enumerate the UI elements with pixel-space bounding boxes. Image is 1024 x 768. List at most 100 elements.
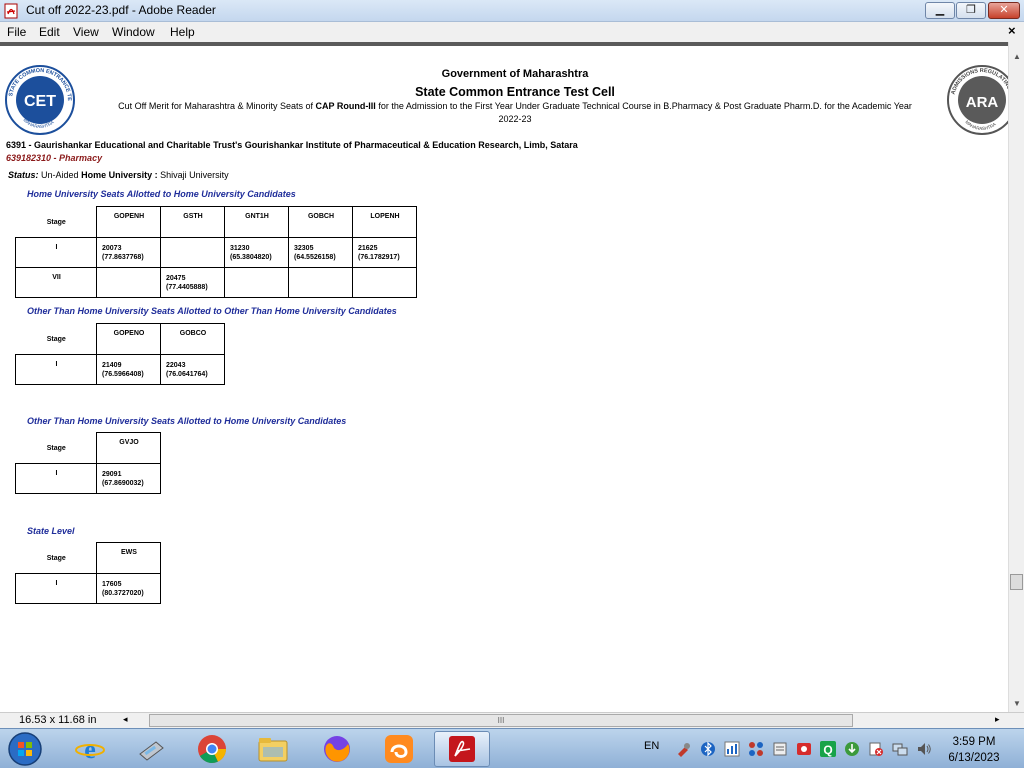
taskbar: e EN Q 3:59 PM 6/13/2023 [0,728,1024,768]
table-row: I 29091 (67.8690032) [15,463,161,494]
tray-network-icon[interactable] [892,741,908,757]
title-bar: Cut off 2022-23.pdf - Adobe Reader ▁ ❐ ✕ [0,0,1024,22]
scanner-icon [139,741,164,761]
clock-date: 6/13/2023 [948,752,1000,764]
tray-update-icon[interactable] [844,741,860,757]
category-header: GOBCO [160,323,225,355]
maximize-button[interactable]: ❐ [956,2,986,19]
cutoff-cell [352,267,417,298]
menu-edit[interactable]: Edit [39,25,60,39]
scroll-right-icon[interactable]: ▸ [995,714,1000,725]
stage-cell: I [15,354,97,385]
horizontal-scroll-thumb[interactable]: III [149,714,853,727]
table-row: I 20073 (77.8637768) 31230 (65.3804820) 32… [15,237,417,268]
folder-icon [258,738,288,762]
category-header: LOPENH [352,206,417,238]
cutoff-table: Stage GOPENH GSTH GNT1H GOBCH LOPENH I 2… [15,206,417,298]
tray-network-manager-icon[interactable] [748,741,764,757]
category-header: GVJO [96,432,161,464]
start-button[interactable] [2,731,48,767]
menu-window[interactable]: Window [112,25,155,39]
scroll-up-icon[interactable]: ▲ [1013,52,1021,61]
category-header: GNT1H [224,206,289,238]
taskbar-firefox[interactable] [310,731,364,767]
cutoff-cell [160,237,225,268]
svg-text:e: e [84,735,96,764]
scroll-thumb[interactable] [1010,574,1023,590]
document-subtitle: Cut Off Merit for Maharashtra & Minority… [115,100,915,126]
menu-help[interactable]: Help [170,25,195,39]
category-header: EWS [96,542,161,574]
scroll-down-icon[interactable]: ▼ [1013,699,1021,708]
institute-name: 6391 - Gaurishankar Educational and Char… [6,140,578,150]
cutoff-cell: 32305 (64.5526158) [288,237,353,268]
stage-header: Stage [15,323,97,355]
cutoff-cell: 31230 (65.3804820) [224,237,289,268]
stage-header: Stage [15,206,97,238]
uc-browser-icon [385,735,413,763]
subtitle-part: for the Admission to the First Year Unde… [375,101,912,124]
course-name: 639182310 - Pharmacy [6,153,103,163]
scroll-left-icon[interactable]: ◂ [123,714,128,725]
tray-chart-icon[interactable] [724,741,740,757]
cutoff-cell: 21625 (76.1782917) [352,237,417,268]
stage-header: Stage [15,432,97,464]
cutoff-table: Stage GOPENO GOBCO I 21409 (76.5966408) 2… [15,323,225,385]
status-bar: 16.53 x 11.68 in ◂ III ▸ [0,712,1024,728]
table-row: I 17605 (80.3727020) [15,573,161,604]
clock-time: 3:59 PM [952,736,996,748]
stage-cell: I [15,463,97,494]
stage-cell: I [15,573,97,604]
section-title: Other Than Home University Seats Allotte… [27,416,347,426]
government-heading: Government of Maharashtra [441,68,589,80]
language-indicator[interactable]: EN [644,740,659,752]
table-row: VII 20475 (77.4405888) [15,267,417,298]
section-title: State Level [27,526,75,536]
cutoff-cell: 17605 (80.3727020) [96,573,161,604]
tray-q-app-icon[interactable]: Q [820,741,836,757]
document-close-icon[interactable]: × [1008,23,1016,38]
tray-bluetooth-icon[interactable] [700,741,716,757]
taskbar-adobe-reader[interactable] [434,731,490,767]
menu-view[interactable]: View [73,25,99,39]
tray-record-icon[interactable] [796,741,812,757]
category-header: GOBCH [288,206,353,238]
taskbar-internet-explorer[interactable]: e [63,731,117,767]
cet-cell-logo: STATE COMMON ENTRANCE TEST CELL CET MAHA… [4,64,75,135]
cutoff-cell: 29091 (67.8690032) [96,463,161,494]
taskbar-uc-browser[interactable] [372,731,426,767]
tray-document-icon[interactable] [772,741,788,757]
minimize-button[interactable]: ▁ [925,2,955,19]
system-clock[interactable]: 3:59 PM 6/13/2023 [944,734,1004,766]
home-university-value: Shivaji University [160,170,229,180]
cell-heading: State Common Entrance Test Cell [415,85,615,99]
cutoff-table: Stage GVJO I 29091 (67.8690032) [15,432,161,494]
page-size-readout: 16.53 x 11.68 in [19,714,97,726]
close-button[interactable]: ✕ [988,2,1020,19]
taskbar-file-explorer[interactable] [246,731,300,767]
cutoff-cell: 20475 (77.4405888) [160,267,225,298]
round-label: CAP Round-III [315,101,376,111]
chrome-icon [198,735,226,763]
category-header: GOPENO [96,323,161,355]
status-label: Status: [8,170,39,180]
subtitle-part: Cut Off Merit for Maharashtra & Minority… [118,101,316,111]
menu-file[interactable]: File [7,25,26,39]
tray-volume-icon[interactable] [916,741,932,757]
taskbar-scanner[interactable] [124,731,178,767]
status-value: Un-Aided [41,170,79,180]
document-view[interactable]: STATE COMMON ENTRANCE TEST CELL CET MAHA… [0,46,1008,712]
windows-orb-icon [8,732,42,766]
tray-action-center-icon[interactable] [868,741,884,757]
category-header: GSTH [160,206,225,238]
taskbar-chrome[interactable] [185,731,239,767]
home-university-label: Home University : [81,170,158,180]
tray-tools-icon[interactable] [676,741,692,757]
adobe-reader-icon [4,3,18,19]
adobe-reader-icon [449,736,475,762]
window-title: Cut off 2022-23.pdf - Adobe Reader [26,3,216,17]
cutoff-cell [288,267,353,298]
vertical-scrollbar[interactable]: ▲ ▼ [1008,42,1024,712]
section-title: Other Than Home University Seats Allotte… [27,306,397,316]
stage-cell: VII [15,267,97,298]
